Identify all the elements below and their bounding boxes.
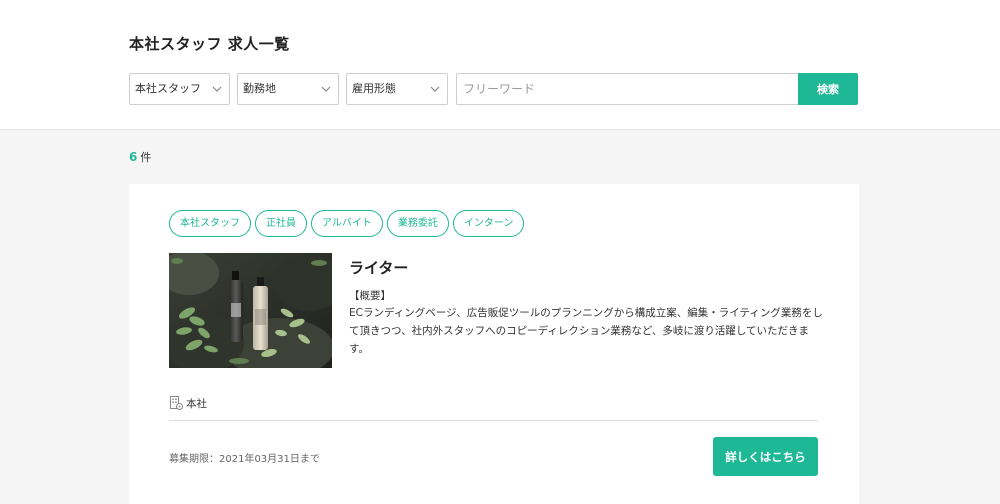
tag-part-time[interactable]: アルバイト — [311, 210, 383, 237]
result-count: 6件 — [129, 149, 151, 165]
category-select[interactable]: 本社スタッフ — [129, 73, 230, 105]
tag-full-time[interactable]: 正社員 — [255, 210, 307, 237]
job-card: 本社スタッフ 正社員 アルバイト 業務委託 インターン ライター 【概要】 EC… — [129, 184, 859, 504]
page-title: 本社スタッフ 求人一覧 — [129, 35, 290, 53]
search-header: 本社スタッフ 求人一覧 本社スタッフ 勤務地 雇用形態 検索 — [0, 0, 1000, 130]
overview-text: ECランディングページ、広告販促ツールのプランニングから構成立案、編集・ライティ… — [349, 307, 823, 355]
result-count-unit: 件 — [140, 151, 152, 164]
overview-heading: 【概要】 — [349, 290, 391, 302]
location-select[interactable]: 勤務地 — [237, 73, 339, 105]
employment-select-value: 雇用形態 — [352, 82, 396, 95]
tag-intern[interactable]: インターン — [452, 210, 525, 237]
job-location: 本社 — [169, 395, 207, 411]
application-deadline: 募集期限：2021年03月31日まで — [169, 454, 320, 465]
chevron-down-icon — [430, 86, 440, 92]
chevron-down-icon — [321, 86, 331, 92]
result-count-number: 6 — [129, 150, 138, 164]
job-title[interactable]: ライター — [349, 257, 408, 278]
category-select-value: 本社スタッフ — [135, 82, 201, 95]
location-label: 本社 — [186, 397, 207, 410]
freeword-search-input[interactable] — [456, 73, 799, 105]
building-pin-icon — [170, 396, 183, 410]
job-tags: 本社スタッフ 正社員 アルバイト 業務委託 インターン — [169, 210, 528, 237]
job-photo[interactable] — [169, 253, 332, 368]
employment-type-select[interactable]: 雇用形態 — [346, 73, 448, 105]
chevron-down-icon — [212, 86, 222, 92]
tag-head-office-staff[interactable]: 本社スタッフ — [169, 210, 251, 237]
search-button[interactable]: 検索 — [798, 73, 858, 105]
tag-contract[interactable]: 業務委託 — [386, 210, 449, 237]
location-select-value: 勤務地 — [243, 82, 276, 95]
divider — [169, 420, 818, 421]
details-button[interactable]: 詳しくはこちら — [713, 437, 818, 476]
